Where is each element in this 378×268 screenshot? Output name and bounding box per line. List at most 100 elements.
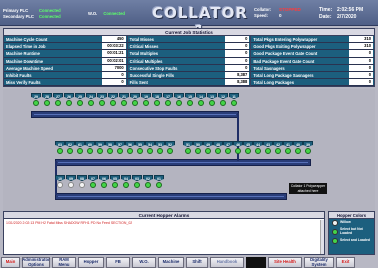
- hopper-11[interactable]: 11: [229, 93, 239, 109]
- hopper-57[interactable]: 57: [115, 141, 125, 157]
- hopper-number: 11: [229, 93, 239, 99]
- hopper-03[interactable]: 03: [132, 175, 142, 191]
- hopper-56[interactable]: 56: [125, 141, 135, 157]
- hopper-43[interactable]: 43: [263, 141, 273, 157]
- time-value: 2:02:56 PM: [337, 7, 364, 13]
- hopper-25[interactable]: 25: [75, 93, 85, 109]
- hopper-50[interactable]: 50: [193, 141, 203, 157]
- hopper-54[interactable]: 54: [145, 141, 155, 157]
- hopper-07[interactable]: 07: [88, 175, 98, 191]
- nav-button-main[interactable]: Main: [1, 257, 20, 268]
- hopper-49[interactable]: 49: [203, 141, 213, 157]
- stat-label: Bad Package Event Gate Count: [253, 58, 315, 64]
- hopper-number: 51: [183, 141, 193, 147]
- nav-button-exit[interactable]: Exit: [336, 257, 355, 268]
- alarm-entry[interactable]: 1/31/2020 2:02:13 PM H2 Fatal Miss SHADO…: [4, 219, 324, 227]
- hopper-17[interactable]: 17: [163, 93, 173, 109]
- hopper-29[interactable]: 29: [31, 93, 41, 109]
- hopper-46[interactable]: 46: [233, 141, 243, 157]
- nav-button-administrator-options[interactable]: Administrator Options: [22, 257, 50, 268]
- hopper-24[interactable]: 24: [86, 93, 96, 109]
- hopper-12[interactable]: 12: [218, 93, 228, 109]
- hopper-number: 58: [105, 141, 115, 147]
- hopper-04[interactable]: 04: [121, 175, 131, 191]
- hopper-number: 57: [115, 141, 125, 147]
- hopper-63[interactable]: 63: [55, 141, 65, 157]
- hopper-52[interactable]: 52: [165, 141, 175, 157]
- hopper-number: 62: [65, 141, 75, 147]
- speed-label: Speed:: [254, 13, 268, 18]
- nav-button-digitality-system[interactable]: Digitality System: [304, 257, 334, 268]
- speed-value: 0: [279, 13, 282, 18]
- hopper-60[interactable]: 60: [85, 141, 95, 157]
- hopper-39[interactable]: 39: [303, 141, 313, 157]
- hopper-number: 10: [55, 175, 65, 181]
- hopper-53[interactable]: 53: [155, 141, 165, 157]
- nav-button-handbook[interactable]: Handbook: [210, 257, 244, 268]
- hopper-15[interactable]: 15: [185, 93, 195, 109]
- hopper-59[interactable]: 59: [95, 141, 105, 157]
- stat-label: Successful Single Fills: [129, 72, 175, 78]
- hopper-02[interactable]: 02: [143, 175, 153, 191]
- hopper-10[interactable]: 10: [55, 175, 65, 191]
- hopper-62[interactable]: 62: [65, 141, 75, 157]
- stat-label: Consecutive Stop Faults: [129, 65, 178, 71]
- nav-button-machine[interactable]: Machine: [158, 257, 184, 268]
- nav-button-blank[interactable]: [246, 257, 266, 268]
- hopper-26[interactable]: 26: [64, 93, 74, 109]
- hopper-47[interactable]: 47: [223, 141, 233, 157]
- stat-value: 0: [225, 64, 250, 71]
- nav-button-w-o-[interactable]: W.O.: [132, 257, 156, 268]
- wo-status: Connected: [103, 11, 125, 16]
- hopper-20[interactable]: 20: [130, 93, 140, 109]
- hopper-number: 63: [55, 141, 65, 147]
- hopper-28[interactable]: 28: [42, 93, 52, 109]
- hopper-16[interactable]: 16: [174, 93, 184, 109]
- hopper-19[interactable]: 19: [141, 93, 151, 109]
- hopper-05[interactable]: 05: [110, 175, 120, 191]
- hopper-61[interactable]: 61: [75, 141, 85, 157]
- hopper-number: 41: [283, 141, 293, 147]
- hopper-status-icon: [185, 148, 191, 154]
- hopper-41[interactable]: 41: [283, 141, 293, 157]
- hopper-44[interactable]: 44: [253, 141, 263, 157]
- hopper-14[interactable]: 14: [196, 93, 206, 109]
- nav-button-shift[interactable]: Shift: [186, 257, 208, 268]
- hopper-18[interactable]: 18: [152, 93, 162, 109]
- hopper-55[interactable]: 55: [135, 141, 145, 157]
- hopper-status-icon: [195, 148, 201, 154]
- hopper-status-icon: [127, 148, 133, 154]
- hopper-51[interactable]: 51: [183, 141, 193, 157]
- nav-button-site-health[interactable]: Site Health: [268, 257, 302, 268]
- hopper-40[interactable]: 40: [293, 141, 303, 157]
- hopper-status-icon: [231, 100, 237, 106]
- nav-button-fb[interactable]: FB: [106, 257, 130, 268]
- hopper-48[interactable]: 48: [213, 141, 223, 157]
- hopper-number: 39: [303, 141, 313, 147]
- hopper-06[interactable]: 06: [99, 175, 109, 191]
- hopper-42[interactable]: 42: [273, 141, 283, 157]
- stat-label: Critical Misses: [129, 44, 159, 50]
- hopper-number: 55: [135, 141, 145, 147]
- hopper-22[interactable]: 22: [108, 93, 118, 109]
- hopper-number: 49: [203, 141, 213, 147]
- nav-button-ram-menu[interactable]: RAM Menu: [52, 257, 76, 268]
- hopper-23[interactable]: 23: [97, 93, 107, 109]
- hopper-21[interactable]: 21: [119, 93, 129, 109]
- hopper-number: 42: [273, 141, 283, 147]
- hopper-status-icon: [44, 100, 50, 106]
- hopper-08[interactable]: 08: [77, 175, 87, 191]
- legend-item: Willow: [329, 219, 374, 227]
- job-statistics-title: Current Job Statistics: [4, 29, 374, 36]
- hopper-number: 05: [110, 175, 120, 181]
- alarms-scrollbar[interactable]: [320, 220, 324, 254]
- hopper-58[interactable]: 58: [105, 141, 115, 157]
- hopper-45[interactable]: 45: [243, 141, 253, 157]
- nav-button-hopper[interactable]: Hopper: [78, 257, 104, 268]
- hopper-status-icon: [165, 100, 171, 106]
- hopper-13[interactable]: 13: [207, 93, 217, 109]
- hopper-01[interactable]: 01: [154, 175, 164, 191]
- stat-label: Elapsed Time in Job: [6, 44, 46, 50]
- hopper-09[interactable]: 09: [66, 175, 76, 191]
- hopper-27[interactable]: 27: [53, 93, 63, 109]
